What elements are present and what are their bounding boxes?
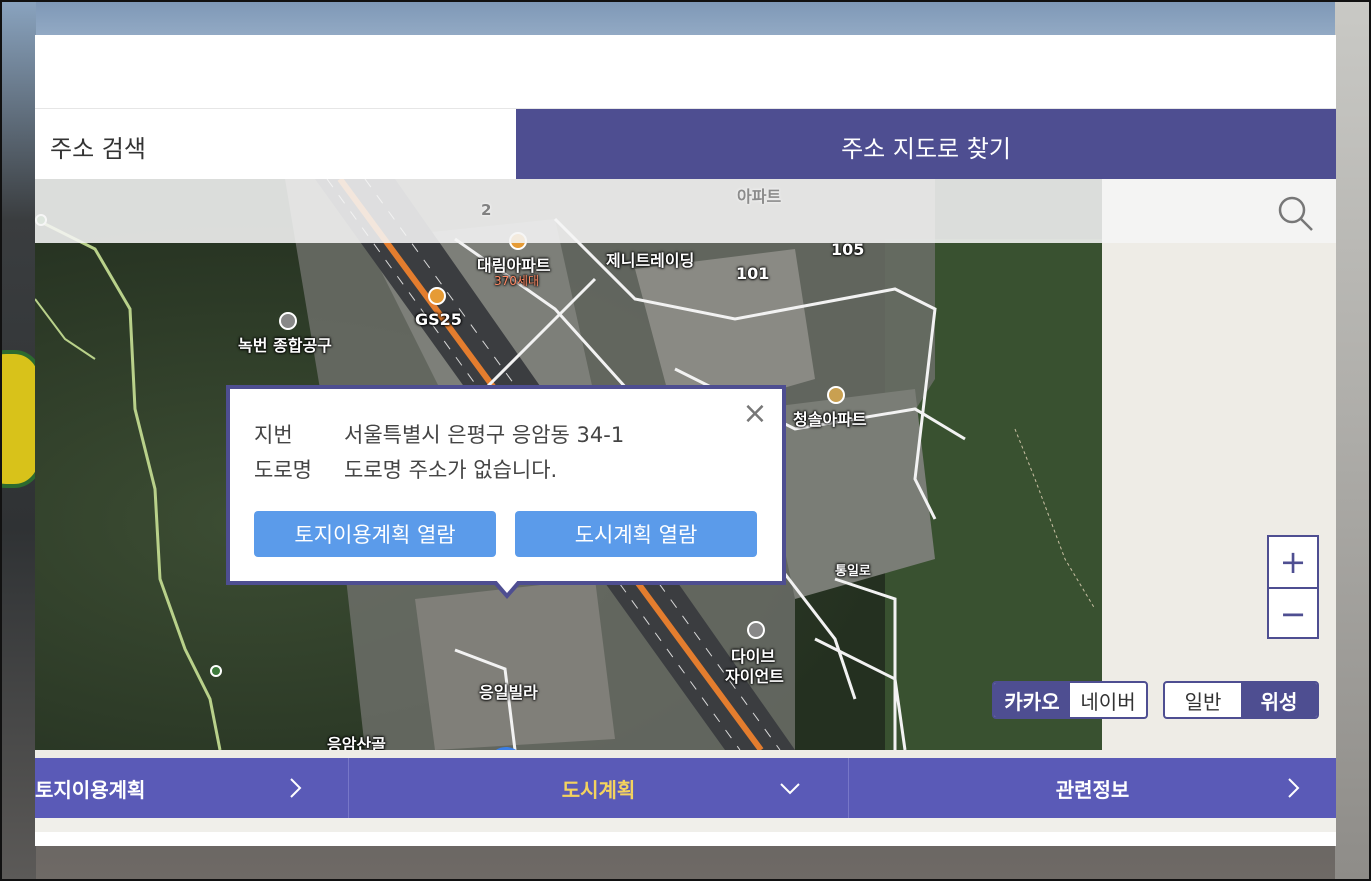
provider-kakao-button[interactable]: 카카오 xyxy=(994,683,1070,717)
road-label: 도로명 xyxy=(254,458,312,482)
map-label: 자이언트 xyxy=(725,667,784,686)
road-value: 도로명 주소가 없습니다. xyxy=(344,458,558,482)
chevron-down-icon xyxy=(780,783,800,795)
search-icon[interactable] xyxy=(1275,193,1315,233)
jibun-label: 지번 xyxy=(254,423,293,447)
road-row: 도로명 도로명 주소가 없습니다. xyxy=(254,454,557,484)
map-label: 101 xyxy=(736,264,770,283)
map-side-area xyxy=(1102,179,1336,750)
map-label: 통일로 xyxy=(835,564,871,579)
map-label: 청솔아파트 xyxy=(793,410,867,429)
zoom-in-button[interactable]: + xyxy=(1269,537,1317,589)
bottom-strip xyxy=(35,818,1336,832)
poi-icon xyxy=(747,621,765,639)
jibun-row: 지번 서울특별시 은평구 응암동 34-1 xyxy=(254,419,624,449)
popup-arrow-inner xyxy=(495,579,519,593)
close-icon[interactable]: × xyxy=(740,399,770,429)
nav-city-plan-label: 도시계획 xyxy=(561,777,636,802)
land-plan-view-button[interactable]: 토지이용계획 열람 xyxy=(254,511,496,557)
map-label: 녹번 종합공구 xyxy=(238,336,332,355)
zoom-control: + − xyxy=(1267,535,1319,639)
nav-city-plan[interactable]: 도시계획 xyxy=(349,758,848,818)
map-label: 응일빌라 xyxy=(479,683,538,702)
tab-address-search[interactable]: 주소 검색 xyxy=(35,109,516,179)
main-panel: 주소 검색 주소 지도로 찾기 대림아파트 370세대 제니트레이딩 105 1… xyxy=(35,35,1336,846)
address-popup: × 지번 서울특별시 은평구 응암동 34-1 도로명 도로명 주소가 없습니다. … xyxy=(226,385,786,585)
nav-related-info-label: 관련정보 xyxy=(1055,777,1130,802)
map-label: 370세대 xyxy=(494,274,539,288)
chevron-right-icon xyxy=(1288,778,1300,798)
tab-address-search-label: 주소 검색 xyxy=(50,135,146,163)
map-label: 제니트레이딩 xyxy=(606,251,695,270)
provider-naver-button[interactable]: 네이버 xyxy=(1070,683,1146,717)
poi-icon xyxy=(279,312,297,330)
jibun-value: 서울특별시 은평구 응암동 34-1 xyxy=(344,423,625,447)
map-label: 응암산골 xyxy=(327,735,386,750)
map-label-faded: 2 xyxy=(481,201,492,219)
poi-icon xyxy=(428,287,446,305)
tab-map-find-label: 주소 지도로 찾기 xyxy=(841,135,1011,163)
map-label-faded: 아파트 xyxy=(737,187,782,206)
poi-icon xyxy=(827,386,845,404)
tab-bar: 주소 검색 주소 지도로 찾기 xyxy=(35,109,1336,179)
map-provider-toggle: 카카오 네이버 xyxy=(992,681,1148,719)
nav-related-info[interactable]: 관련정보 xyxy=(849,758,1336,818)
background-right-strip xyxy=(1335,0,1371,881)
map-type-toggle: 일반 위성 xyxy=(1163,681,1319,719)
top-bar xyxy=(35,35,1336,109)
city-plan-view-button[interactable]: 도시계획 열람 xyxy=(515,511,757,557)
map-search-bar[interactable]: 2 아파트 xyxy=(35,179,1336,243)
nav-land-plan-label: 토지이용계획 xyxy=(35,777,146,802)
chevron-right-icon xyxy=(290,778,302,798)
tab-map-find[interactable]: 주소 지도로 찾기 xyxy=(516,109,1336,179)
bottom-nav: 토지이용계획 도시계획 관련정보 xyxy=(35,758,1336,818)
map-label: GS25 xyxy=(415,310,462,329)
zoom-out-button[interactable]: − xyxy=(1269,589,1317,639)
maptype-normal-button[interactable]: 일반 xyxy=(1165,683,1241,717)
maptype-satellite-button[interactable]: 위성 xyxy=(1241,683,1317,717)
bottom-gap xyxy=(35,750,1336,758)
